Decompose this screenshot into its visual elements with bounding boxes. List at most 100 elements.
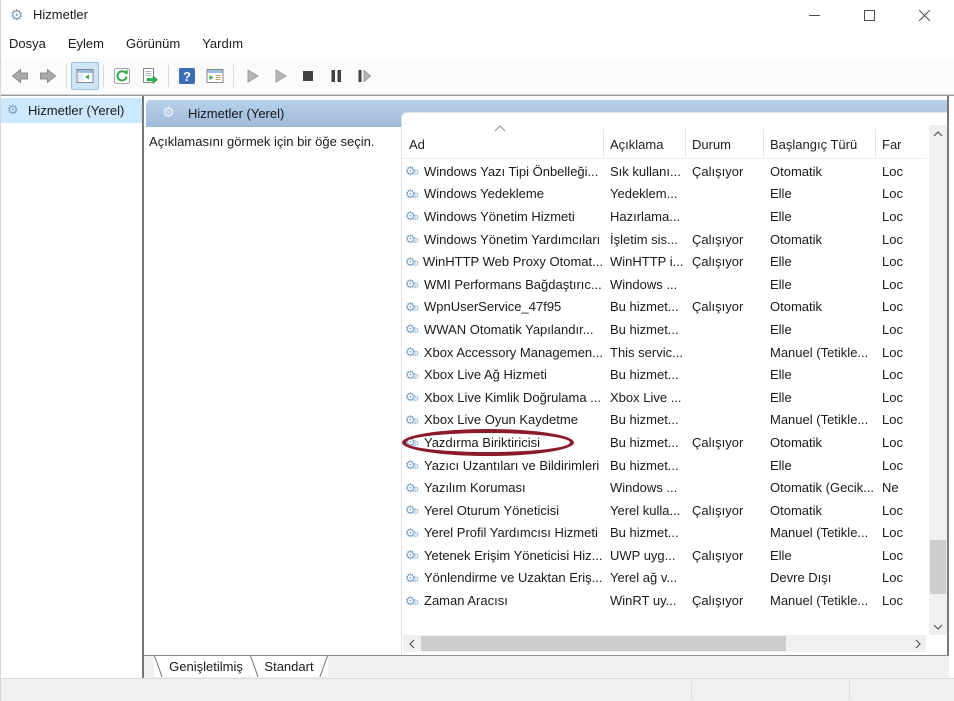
service-startup-type: Otomatik xyxy=(763,435,875,450)
close-button[interactable] xyxy=(901,0,947,30)
scroll-down-button[interactable] xyxy=(929,618,947,635)
service-gear-icon: ⚙⚙ xyxy=(405,594,420,608)
table-row[interactable]: ⚙⚙Yazılım KorumasıWindows ...Otomatik (G… xyxy=(402,476,926,499)
service-description: Bu hizmet... xyxy=(603,412,685,427)
table-row[interactable]: ⚙⚙WpnUserService_47f95Bu hizmet...Çalışı… xyxy=(402,296,926,319)
service-logon-as: Loc xyxy=(875,299,926,314)
service-name-cell: ⚙⚙WpnUserService_47f95 xyxy=(402,299,603,314)
vertical-scrollbar[interactable] xyxy=(929,125,947,635)
table-row[interactable]: ⚙⚙Windows YedeklemeYedeklem...ElleLoc xyxy=(402,183,926,206)
menu-file[interactable]: Dosya xyxy=(1,31,57,57)
service-startup-type: Elle xyxy=(763,367,875,382)
service-logon-as: Loc xyxy=(875,390,926,405)
service-name: WWAN Otomatik Yapılandır... xyxy=(424,322,594,337)
service-name-cell: ⚙⚙ Xbox Live Ağ Hizmeti xyxy=(402,367,603,382)
view-tabstrip: Genişletilmiş Standart xyxy=(144,656,949,679)
service-name: Yönlendirme ve Uzaktan Eriş... xyxy=(424,570,602,585)
service-status: Çalışıyor xyxy=(685,593,763,608)
vertical-scroll-thumb[interactable] xyxy=(930,540,946,594)
pause-service-icon xyxy=(326,66,346,86)
service-gear-icon: ⚙⚙ xyxy=(405,164,420,178)
table-row[interactable]: ⚙⚙Xbox Accessory Managemen...This servic… xyxy=(402,341,926,364)
sidebar-item-services-local[interactable]: ⚙ Hizmetler (Yerel) xyxy=(1,98,142,123)
table-row[interactable]: ⚙⚙Yerel Oturum YöneticisiYerel kulla...Ç… xyxy=(402,499,926,522)
start-service-button[interactable] xyxy=(238,62,266,90)
service-status: Çalışıyor xyxy=(685,164,763,179)
console-tree-button[interactable] xyxy=(71,62,99,90)
table-row[interactable]: ⚙⚙Yazdırma BiriktiricisiBu hizmet...Çalı… xyxy=(402,431,926,454)
menu-action[interactable]: Eylem xyxy=(57,31,115,57)
service-startup-type: Elle xyxy=(763,458,875,473)
back-button[interactable] xyxy=(6,62,34,90)
menu-help[interactable]: Yardım xyxy=(191,31,254,57)
export-list-button[interactable] xyxy=(136,62,164,90)
table-row[interactable]: ⚙⚙Yetenek Erişim Yöneticisi Hiz...UWP uy… xyxy=(402,544,926,567)
table-row[interactable]: ⚙⚙Yerel Profil Yardımcısı HizmetiBu hizm… xyxy=(402,522,926,545)
service-name: Yazıcı Uzantıları ve Bildirimleri xyxy=(424,458,599,473)
stop-service-button[interactable] xyxy=(294,62,322,90)
toolbar-separator xyxy=(66,65,67,87)
service-name-cell: ⚙⚙Windows Yönetim Yardımcıları xyxy=(402,232,603,247)
service-startup-type: Manuel (Tetikle... xyxy=(763,525,875,540)
column-header-startup[interactable]: Başlangıç Türü xyxy=(770,137,857,152)
table-row[interactable]: ⚙⚙WinHTTP Web Proxy Otomat...WinHTTP i..… xyxy=(402,250,926,273)
horizontal-scroll-thumb[interactable] xyxy=(421,636,786,651)
action-pane-button[interactable] xyxy=(201,62,229,90)
table-row[interactable]: ⚙⚙Xbox Live Oyun KaydetmeBu hizmet...Man… xyxy=(402,409,926,432)
service-startup-type: Manuel (Tetikle... xyxy=(763,345,875,360)
tab-extended[interactable]: Genişletilmiş xyxy=(154,656,258,677)
service-name: Windows Yedekleme xyxy=(424,186,544,201)
pause-service-button[interactable] xyxy=(322,62,350,90)
service-name-cell: ⚙⚙Xbox Live Kimlik Doğrulama ... xyxy=(402,390,603,405)
service-name: Xbox Accessory Managemen... xyxy=(424,345,603,360)
maximize-button[interactable] xyxy=(846,0,892,30)
table-row[interactable]: ⚙⚙Zaman AracısıWinRT uy...ÇalışıyorManue… xyxy=(402,589,926,612)
service-logon-as: Loc xyxy=(875,367,926,382)
service-gear-icon: ⚙⚙ xyxy=(405,368,420,382)
table-row[interactable]: ⚙⚙Windows Yazı Tipi Önbelleği...Sık kull… xyxy=(402,160,926,183)
help-button[interactable]: ? xyxy=(173,62,201,90)
help-icon: ? xyxy=(177,66,197,86)
scroll-right-button[interactable] xyxy=(909,635,926,652)
table-row[interactable]: ⚙⚙WMI Performans Bağdaştırıc...Windows .… xyxy=(402,273,926,296)
table-row[interactable]: ⚙⚙Xbox Live Kimlik Doğrulama ...Xbox Liv… xyxy=(402,386,926,409)
column-divider[interactable] xyxy=(875,129,876,157)
restart-service-button[interactable] xyxy=(350,62,378,90)
menu-view[interactable]: Görünüm xyxy=(115,31,191,57)
chevron-down-icon xyxy=(933,624,943,630)
service-startup-type: Otomatik xyxy=(763,299,875,314)
sort-ascending-icon xyxy=(494,125,506,132)
scroll-left-button[interactable] xyxy=(403,635,420,652)
service-gear-icon: ⚙⚙ xyxy=(405,413,420,427)
service-startup-type: Manuel (Tetikle... xyxy=(763,412,875,427)
table-row[interactable]: ⚙⚙Windows Yönetim Yardımcılarıİşletim si… xyxy=(402,228,926,251)
column-header-logon[interactable]: Far xyxy=(882,137,902,152)
forward-button[interactable] xyxy=(34,62,62,90)
column-divider[interactable] xyxy=(685,129,686,157)
table-row[interactable]: ⚙⚙WWAN Otomatik Yapılandır...Bu hizmet..… xyxy=(402,318,926,341)
scroll-up-button[interactable] xyxy=(929,125,947,142)
tab-standard[interactable]: Standart xyxy=(250,656,328,677)
table-row[interactable]: ⚙⚙Xbox Live Ağ HizmetiBu hizmet...ElleLo… xyxy=(402,363,926,386)
column-header-status[interactable]: Durum xyxy=(692,137,731,152)
service-startup-type: Elle xyxy=(763,277,875,292)
table-row[interactable]: ⚙⚙Yönlendirme ve Uzaktan Eriş...Yerel ağ… xyxy=(402,567,926,590)
refresh-button[interactable] xyxy=(108,62,136,90)
service-logon-as: Loc xyxy=(875,412,926,427)
service-gear-icon: ⚙⚙ xyxy=(405,300,420,314)
resume-service-button[interactable] xyxy=(266,62,294,90)
column-divider[interactable] xyxy=(603,129,604,157)
column-header-name[interactable]: Ad xyxy=(409,137,425,152)
table-row[interactable]: ⚙⚙Yazıcı Uzantıları ve BildirimleriBu hi… xyxy=(402,454,926,477)
service-logon-as: Loc xyxy=(875,277,926,292)
column-divider[interactable] xyxy=(763,129,764,157)
service-startup-type: Elle xyxy=(763,254,875,269)
minimize-button[interactable] xyxy=(791,0,837,30)
horizontal-scrollbar[interactable] xyxy=(403,635,926,652)
service-name: Xbox Live Ağ Hizmeti xyxy=(424,367,547,382)
table-row[interactable]: ⚙⚙Windows Yönetim HizmetiHazırlama...Ell… xyxy=(402,205,926,228)
column-header-description[interactable]: Açıklama xyxy=(610,137,663,152)
services-window: ⚙ Hizmetler Dosya Eylem Görünüm Yardım xyxy=(0,0,954,701)
service-startup-type: Otomatik (Gecik... xyxy=(763,480,875,495)
service-name-cell: ⚙⚙Xbox Accessory Managemen... xyxy=(402,345,603,360)
